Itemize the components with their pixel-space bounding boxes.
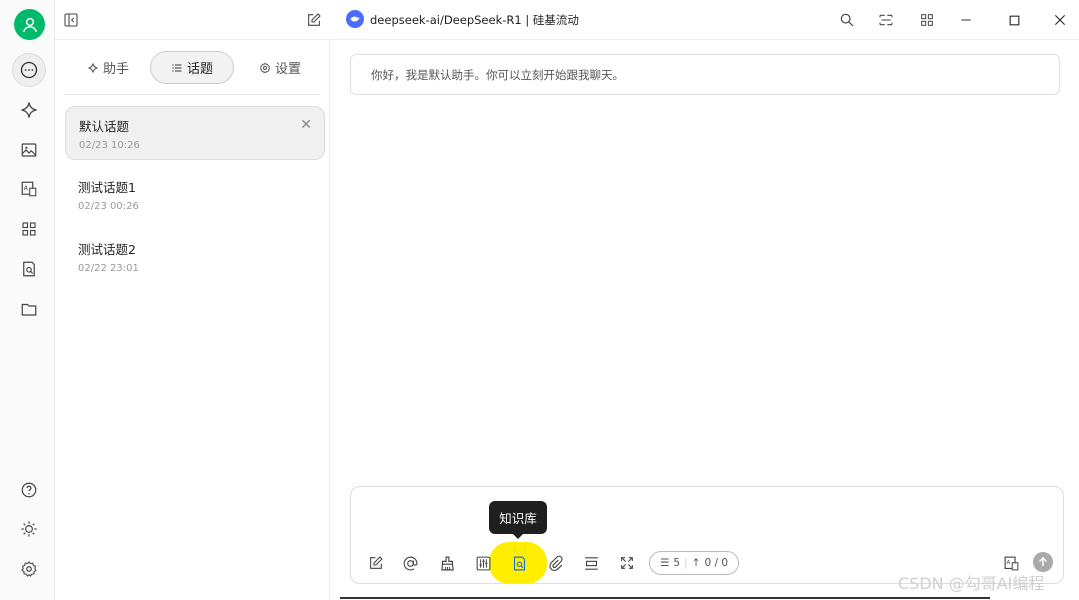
minimize-button[interactable] [956,10,976,30]
topics-panel: 助手 话题 设置 默认话题 02/23 10:26 ✕ 测试话题1 02/23 … [55,40,330,600]
files-nav-button[interactable] [12,292,46,326]
tab-settings-label: 设置 [274,62,301,77]
sidebar-toggle-button[interactable] [61,10,81,30]
apps-grid-icon [921,14,933,26]
arrow-up-icon [1038,556,1048,566]
gear-icon [21,561,37,577]
topic-item[interactable]: 默认话题 02/23 10:26 ✕ [65,106,325,160]
fullscreen-icon [621,557,633,569]
broom-icon [440,556,454,570]
image-icon [21,143,37,157]
chat-nav-button[interactable] [12,53,46,87]
new-topic-tool-button[interactable] [365,552,387,574]
message-input[interactable] [365,497,1045,537]
narrow-mode-button[interactable] [876,10,896,30]
fullscreen-button[interactable] [616,552,638,574]
at-sign-icon [403,556,417,570]
sparkle-icon [88,62,98,73]
settings-nav-button[interactable] [12,552,46,586]
model-title[interactable]: deepseek-ai/DeepSeek-R1 | 硅基流动 [370,12,579,28]
topic-time: 02/23 00:26 [78,201,139,212]
left-rail: A [0,0,55,600]
tab-topics[interactable]: 话题 [150,51,234,84]
clear-context-button[interactable] [436,552,458,574]
close-window-button[interactable] [1050,10,1070,30]
deepseek-whale-icon [350,16,360,22]
topic-item[interactable]: 测试话题1 02/23 00:26 [65,168,325,222]
divider: | [684,557,688,569]
apps-nav-button[interactable] [12,212,46,246]
tab-assistants-label: 助手 [102,62,129,77]
image-nav-button[interactable] [12,133,46,167]
fold-icon [584,556,598,570]
maximize-icon [1009,15,1019,25]
paperclip-icon [548,555,563,571]
grid-icon [22,222,36,236]
edit-icon [308,13,321,26]
knowledge-base-icon [513,556,525,570]
svg-text:A: A [24,185,29,192]
avatar[interactable] [14,9,45,40]
topic-name: 测试话题2 [78,242,136,257]
search-button[interactable] [837,10,857,30]
theme-toggle-button[interactable] [12,512,46,546]
search-icon [840,13,854,27]
topic-item[interactable]: 测试话题2 02/22 23:01 [65,230,325,284]
knowledge-base-button[interactable] [508,552,530,574]
topic-name: 默认话题 [79,119,130,134]
translate-icon: A [21,181,37,197]
topic-time: 02/22 23:01 [78,263,139,274]
chat-bubble-icon [20,61,38,79]
sidebar-collapse-icon [64,13,78,27]
divider [340,597,990,599]
greeting-message: 你好，我是默认助手。你可以立刻开始跟我聊天。 [350,54,1060,95]
list-icon [172,63,182,72]
svg-text:A: A [1006,560,1010,566]
knowledge-base-tooltip: 知识库 [489,501,547,539]
close-icon[interactable]: ✕ [300,117,312,133]
expand-input-button[interactable] [580,552,602,574]
topic-name: 测试话题1 [78,180,136,195]
gear-icon [259,62,271,73]
translate-icon: A [1004,556,1018,570]
tab-topics-label: 话题 [186,62,213,77]
panel-tabs: 助手 话题 设置 [65,50,320,95]
sparkle-icon [21,102,37,118]
translate-nav-button[interactable]: A [12,172,46,206]
folder-icon [21,303,37,316]
narrow-mode-icon [879,14,893,26]
settings-sliders-button[interactable] [472,552,494,574]
topbar: deepseek-ai/DeepSeek-R1 | 硅基流动 [55,0,1079,40]
model-provider-icon [346,10,364,28]
edit-icon [370,556,383,569]
new-topic-button[interactable] [304,10,324,30]
topic-time: 02/23 10:26 [79,140,140,151]
tab-assistants[interactable]: 助手 [73,51,143,84]
send-button[interactable] [1033,552,1053,572]
user-icon [22,17,37,32]
knowledge-base-icon [23,261,35,277]
sliders-icon [476,556,490,570]
help-icon [21,482,37,498]
close-icon [1054,14,1066,26]
attach-file-button[interactable] [544,552,566,574]
arrow-up-icon: ↑ [691,557,701,569]
list-icon: ☰ [659,557,670,569]
agents-nav-button[interactable] [12,93,46,127]
knowledge-nav-button[interactable] [12,252,46,286]
tab-settings[interactable]: 设置 [245,51,315,84]
minapp-button[interactable] [917,10,937,30]
mention-model-button[interactable] [399,552,421,574]
context-count: 5 [673,557,681,569]
token-usage: 0 / 0 [704,557,729,569]
help-button[interactable] [12,473,46,507]
minimize-icon [961,19,971,21]
watermark: CSDN @勾哥AI编程 [898,574,1045,593]
sun-icon [21,521,37,537]
maximize-button[interactable] [1004,10,1024,30]
token-count-pill[interactable]: ☰ 5 | ↑ 0 / 0 [649,551,739,575]
